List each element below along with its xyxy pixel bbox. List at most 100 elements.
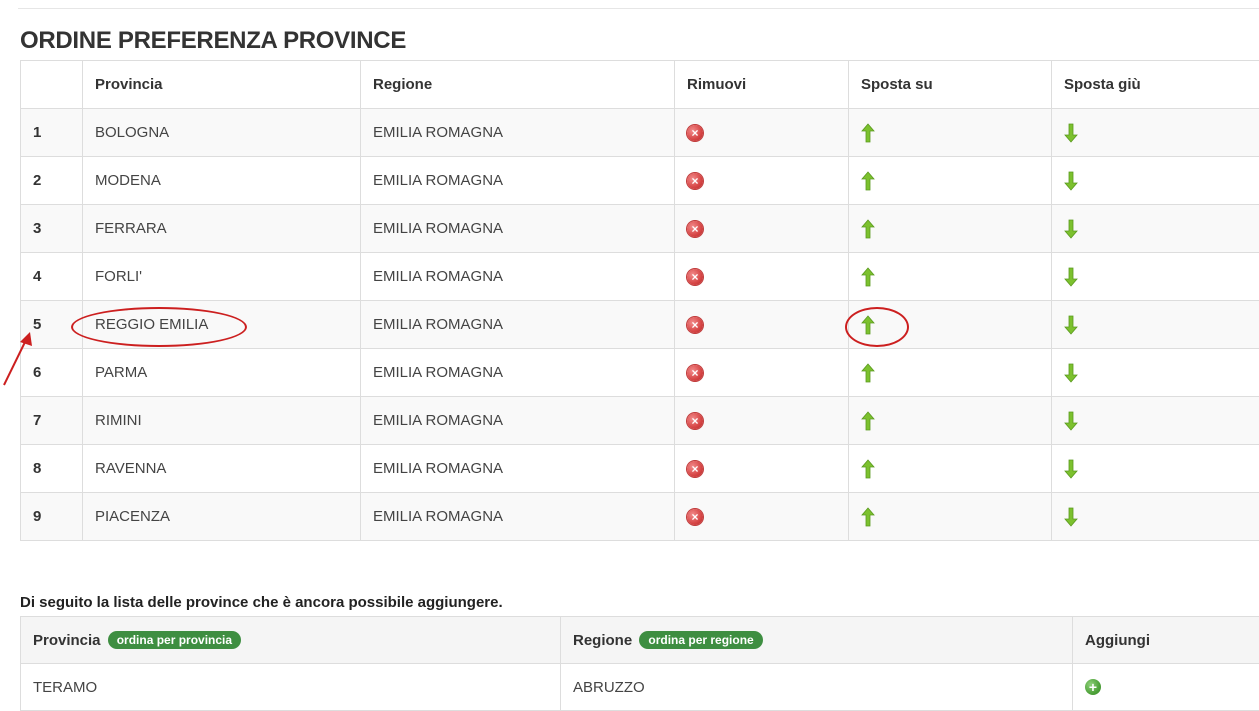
table-row: 7RIMINIEMILIA ROMAGNA × [21, 397, 1259, 445]
table-row: 6PARMAEMILIA ROMAGNA× [21, 349, 1259, 397]
row-move-down-cell [1052, 445, 1259, 493]
header-regione: Regione [361, 61, 675, 109]
header-index [21, 61, 83, 109]
arrow-down-icon[interactable] [1064, 363, 1078, 380]
row-move-down-cell [1052, 109, 1259, 157]
arrow-up-icon[interactable] [861, 171, 875, 188]
header-regione-label: Regione [573, 632, 632, 649]
header-rimuovi: Rimuovi [675, 61, 849, 109]
header-aggiungi: Aggiungi [1073, 617, 1259, 664]
row-move-up-cell [849, 493, 1052, 541]
sort-by-regione-button[interactable]: ordina per regione [639, 631, 762, 649]
row-remove-cell: × [675, 445, 849, 493]
arrow-up-icon[interactable] [861, 459, 875, 476]
table-row: 2MODENAEMILIA ROMAGNA× [21, 157, 1259, 205]
table-row: 4FORLI'EMILIA ROMAGNA× [21, 253, 1259, 301]
arrow-down-icon[interactable] [1064, 219, 1078, 236]
header-provincia: Provincia ordina per provincia [21, 617, 561, 664]
row-provincia: TERAMO [21, 664, 561, 711]
table-row: 3FERRARAEMILIA ROMAGNA × [21, 205, 1259, 253]
remove-circle-icon[interactable]: × [687, 413, 703, 429]
table-row: 8RAVENNAEMILIA ROMAGNA × [21, 445, 1259, 493]
table-row: 9PIACENZAEMILIA ROMAGNA × [21, 493, 1259, 541]
row-remove-cell: × [675, 253, 849, 301]
table-header-row: Provincia ordina per provincia Regione o… [21, 617, 1259, 664]
arrow-up-icon[interactable] [861, 123, 875, 140]
row-index: 8 [21, 445, 83, 493]
row-move-up-cell [849, 157, 1052, 205]
row-remove-cell: × [675, 301, 849, 349]
row-index: 2 [21, 157, 83, 205]
row-provincia: BOLOGNA [83, 109, 361, 157]
arrow-down-icon[interactable] [1064, 267, 1078, 284]
row-move-up-cell [849, 397, 1052, 445]
row-regione: EMILIA ROMAGNA [361, 349, 675, 397]
header-regione: Regione ordina per regione [561, 617, 1073, 664]
arrow-down-icon[interactable] [1064, 171, 1078, 188]
row-index: 4 [21, 253, 83, 301]
row-move-down-cell [1052, 253, 1259, 301]
arrow-down-icon[interactable] [1064, 459, 1078, 476]
arrow-down-icon[interactable] [1064, 507, 1078, 524]
row-provincia: RAVENNA [83, 445, 361, 493]
row-move-up-cell [849, 349, 1052, 397]
row-move-up-cell [849, 253, 1052, 301]
row-move-up-cell [849, 109, 1052, 157]
sort-by-provincia-button[interactable]: ordina per provincia [108, 631, 241, 649]
row-move-up-cell [849, 445, 1052, 493]
row-index: 7 [21, 397, 83, 445]
remove-circle-icon[interactable]: × [687, 173, 703, 189]
arrow-up-icon[interactable] [861, 267, 875, 284]
annotation-circle-move-up [845, 307, 909, 347]
arrow-up-icon[interactable] [861, 219, 875, 236]
row-move-down-cell [1052, 397, 1259, 445]
table-header-row: Provincia Regione Rimuovi Sposta su Spos… [21, 61, 1259, 109]
table-row: 1BOLOGNAEMILIA ROMAGNA × [21, 109, 1259, 157]
header-sposta-su: Sposta su [849, 61, 1052, 109]
row-regione: EMILIA ROMAGNA [361, 205, 675, 253]
add-circle-icon[interactable]: + [1085, 679, 1101, 695]
row-provincia: RIMINI [83, 397, 361, 445]
remove-circle-icon[interactable]: × [687, 461, 703, 477]
row-move-down-cell [1052, 493, 1259, 541]
header-provincia: Provincia [83, 61, 361, 109]
row-regione: EMILIA ROMAGNA [361, 445, 675, 493]
arrow-down-icon[interactable] [1064, 315, 1078, 332]
annotation-arrow [0, 330, 40, 390]
arrow-down-icon[interactable] [1064, 123, 1078, 140]
row-regione: ABRUZZO [561, 664, 1073, 711]
row-provincia: FERRARA [83, 205, 361, 253]
remove-circle-icon[interactable]: × [687, 509, 703, 525]
remove-circle-icon[interactable]: × [687, 269, 703, 285]
row-move-down-cell [1052, 157, 1259, 205]
remove-circle-icon[interactable]: × [687, 365, 703, 381]
arrow-up-icon[interactable] [861, 363, 875, 380]
header-sposta-giu: Sposta giù [1052, 61, 1259, 109]
row-remove-cell: × [675, 157, 849, 205]
arrow-up-icon[interactable] [861, 507, 875, 524]
row-index: 9 [21, 493, 83, 541]
row-regione: EMILIA ROMAGNA [361, 493, 675, 541]
row-add-cell: + [1073, 664, 1259, 711]
top-divider [18, 8, 1259, 9]
arrow-up-icon[interactable] [861, 411, 875, 428]
row-regione: EMILIA ROMAGNA [361, 301, 675, 349]
row-regione: EMILIA ROMAGNA [361, 157, 675, 205]
row-move-down-cell [1052, 349, 1259, 397]
row-move-down-cell [1052, 205, 1259, 253]
arrow-down-icon[interactable] [1064, 411, 1078, 428]
annotation-circle-province [71, 307, 247, 347]
row-regione: EMILIA ROMAGNA [361, 253, 675, 301]
available-list-caption: Di seguito la lista delle province che è… [20, 594, 503, 611]
remove-circle-icon[interactable]: × [687, 317, 703, 333]
row-remove-cell: × [675, 205, 849, 253]
row-provincia: PIACENZA [83, 493, 361, 541]
header-provincia-label: Provincia [33, 632, 101, 649]
row-index: 3 [21, 205, 83, 253]
row-index: 1 [21, 109, 83, 157]
row-regione: EMILIA ROMAGNA [361, 109, 675, 157]
row-regione: EMILIA ROMAGNA [361, 397, 675, 445]
remove-circle-icon[interactable]: × [687, 221, 703, 237]
remove-circle-icon[interactable]: × [687, 125, 703, 141]
row-move-down-cell [1052, 301, 1259, 349]
